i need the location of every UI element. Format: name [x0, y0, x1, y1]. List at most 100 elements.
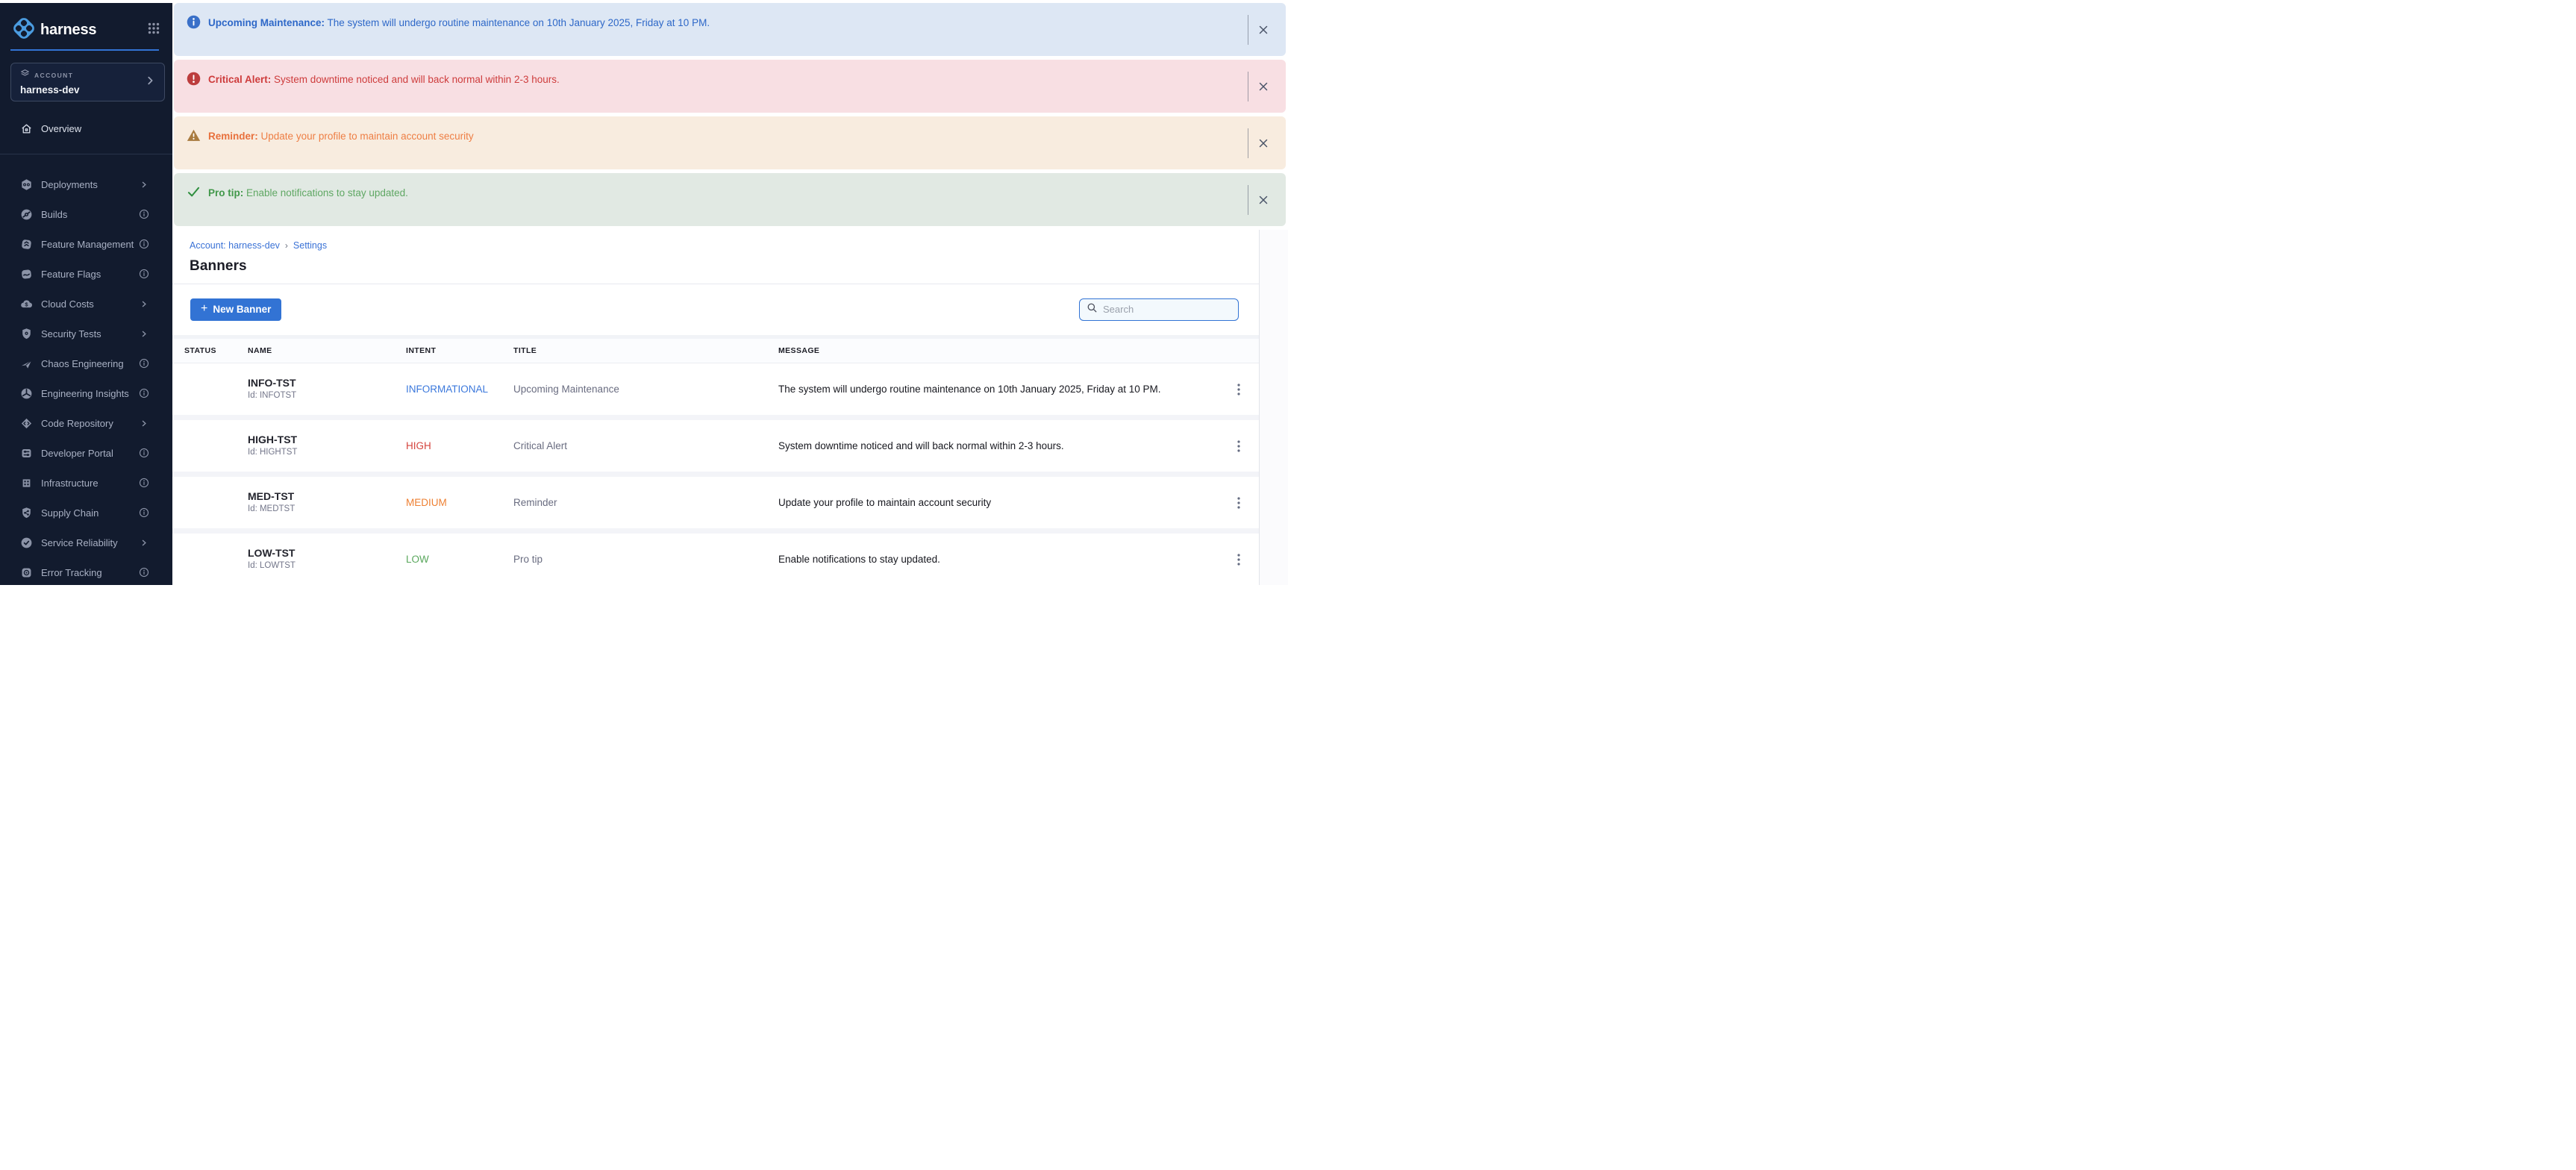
- sidebar-modules: Deployments Builds Feature Management: [0, 154, 172, 585]
- kebab-menu-icon[interactable]: [1230, 549, 1248, 570]
- chevron-right-icon: [145, 75, 155, 90]
- sidebar-item-infrastructure[interactable]: Infrastructure: [0, 468, 172, 498]
- engineering-insights-icon: [19, 387, 33, 400]
- kebab-menu-icon[interactable]: [1230, 379, 1248, 400]
- deployments-icon: [19, 178, 33, 191]
- title-cell: Critical Alert: [513, 440, 778, 451]
- intent-cell: MEDIUM: [406, 497, 513, 508]
- message-cell: System downtime noticed and will back no…: [778, 440, 1230, 451]
- sidebar-item-label: Engineering Insights: [41, 388, 138, 399]
- info-circle-icon: [138, 507, 150, 519]
- account-scope-label: ACCOUNT: [34, 72, 73, 79]
- sidebar-item-label: Error Tracking: [41, 567, 138, 578]
- harness-logo-icon[interactable]: [11, 16, 37, 45]
- app-grid-icon[interactable]: [147, 22, 160, 39]
- sidebar-item-label: Builds: [41, 209, 138, 220]
- close-icon[interactable]: [1248, 15, 1278, 45]
- sidebar-item-builds[interactable]: Builds: [0, 199, 172, 229]
- info-circle-icon: [138, 268, 150, 280]
- banner-id: Id: MEDTST: [248, 504, 406, 515]
- info-circle-icon: [138, 447, 150, 459]
- developer-portal-icon: [19, 446, 33, 460]
- info-circle-icon: [138, 357, 150, 369]
- table-body: INFO-TST Id: INFOTST INFORMATIONAL Upcom…: [172, 363, 1259, 585]
- app-window: harness: [0, 0, 1288, 585]
- sidebar-item-feature-flags[interactable]: Feature Flags: [0, 259, 172, 289]
- banner-body: The system will undergo routine maintena…: [328, 17, 710, 28]
- close-icon[interactable]: [1248, 72, 1278, 101]
- chaos-engineering-icon: [19, 357, 33, 370]
- main-area: Upcoming Maintenance: The system will un…: [172, 3, 1288, 585]
- search-input[interactable]: [1103, 304, 1231, 315]
- account-selector[interactable]: ACCOUNT harness-dev: [10, 63, 165, 101]
- new-banner-button[interactable]: + New Banner: [190, 298, 281, 321]
- message-cell: The system will undergo routine maintena…: [778, 384, 1230, 395]
- name-cell: INFO-TST Id: INFOTST: [248, 377, 406, 401]
- sidebar-item-chaos-engineering[interactable]: Chaos Engineering: [0, 348, 172, 378]
- banner-pro-tip: Pro tip: Enable notifications to stay up…: [174, 173, 1286, 226]
- chevron-right-icon: [138, 298, 150, 310]
- name-cell: MED-TST Id: MEDTST: [248, 490, 406, 515]
- column-header-message: MESSAGE: [778, 346, 1230, 355]
- banner-name: INFO-TST: [248, 377, 406, 390]
- toolbar: + New Banner: [172, 284, 1259, 335]
- banner-reminder: Reminder: Update your profile to maintai…: [174, 116, 1286, 169]
- title-cell: Pro tip: [513, 554, 778, 565]
- intent-cell: LOW: [406, 554, 513, 565]
- chevron-right-icon: [138, 178, 150, 190]
- sidebar-item-feature-management[interactable]: Feature Management: [0, 229, 172, 259]
- breadcrumb-settings-link[interactable]: Settings: [293, 240, 327, 251]
- column-header-name: NAME: [248, 346, 406, 355]
- breadcrumb-account-link[interactable]: Account: harness-dev: [190, 240, 280, 251]
- page-content: Account: harness-dev › Settings Banners …: [172, 230, 1259, 585]
- banner-informational: Upcoming Maintenance: The system will un…: [174, 3, 1286, 56]
- banner-body: System downtime noticed and will back no…: [274, 74, 560, 85]
- info-icon: [187, 15, 201, 29]
- sidebar-item-label: Feature Flags: [41, 269, 138, 280]
- table-row: HIGH-TST Id: HIGHTST HIGH Critical Alert…: [172, 420, 1259, 472]
- breadcrumb: Account: harness-dev › Settings: [190, 240, 1259, 251]
- sidebar-item-deployments[interactable]: Deployments: [0, 169, 172, 199]
- column-header-title: TITLE: [513, 346, 778, 355]
- sidebar-item-security-tests[interactable]: Security Tests: [0, 319, 172, 348]
- sidebar-item-label: Code Repository: [41, 418, 138, 429]
- sidebar-item-developer-portal[interactable]: Developer Portal: [0, 438, 172, 468]
- sidebar-item-overview[interactable]: Overview: [0, 113, 172, 143]
- error-tracking-icon: [19, 566, 33, 579]
- name-cell: HIGH-TST Id: HIGHTST: [248, 434, 406, 458]
- banner-label: Reminder:: [208, 131, 258, 142]
- banner-label: Upcoming Maintenance:: [208, 17, 325, 28]
- banner-id: Id: HIGHTST: [248, 447, 406, 458]
- sidebar-item-label: Supply Chain: [41, 507, 138, 519]
- sidebar-item-engineering-insights[interactable]: Engineering Insights: [0, 378, 172, 408]
- kebab-menu-icon[interactable]: [1230, 492, 1248, 513]
- close-icon[interactable]: [1248, 128, 1278, 158]
- sidebar-item-error-tracking[interactable]: Error Tracking: [0, 557, 172, 585]
- sidebar-item-supply-chain[interactable]: Supply Chain: [0, 498, 172, 528]
- info-circle-icon: [138, 477, 150, 489]
- page-title: Banners: [190, 258, 1259, 275]
- chevron-right-icon: [138, 536, 150, 548]
- feature-management-icon: [19, 237, 33, 251]
- sidebar-item-cloud-costs[interactable]: $ Cloud Costs: [0, 289, 172, 319]
- banner-name: HIGH-TST: [248, 434, 406, 446]
- banner-body: Enable notifications to stay updated.: [246, 187, 408, 198]
- sidebar-item-service-reliability[interactable]: Service Reliability: [0, 528, 172, 557]
- sidebar-item-label: Deployments: [41, 179, 138, 190]
- builds-icon: [19, 207, 33, 221]
- banner-message: Reminder: Update your profile to maintai…: [208, 128, 1248, 143]
- supply-chain-icon: [19, 506, 33, 519]
- logo-row: harness: [11, 16, 160, 44]
- banner-critical: Critical Alert: System downtime noticed …: [174, 60, 1286, 113]
- sidebar-item-code-repository[interactable]: Code Repository: [0, 408, 172, 438]
- sidebar-item-label: Security Tests: [41, 328, 138, 340]
- close-icon[interactable]: [1248, 185, 1278, 215]
- sidebar-item-label: Cloud Costs: [41, 298, 138, 310]
- table-row: INFO-TST Id: INFOTST INFORMATIONAL Upcom…: [172, 363, 1259, 415]
- kebab-menu-icon[interactable]: [1230, 436, 1248, 457]
- search-box: [1079, 298, 1239, 321]
- right-gutter: [1259, 230, 1288, 585]
- banner-name: MED-TST: [248, 490, 406, 503]
- warning-triangle-icon: [187, 128, 201, 143]
- sidebar-item-label: Service Reliability: [41, 537, 138, 548]
